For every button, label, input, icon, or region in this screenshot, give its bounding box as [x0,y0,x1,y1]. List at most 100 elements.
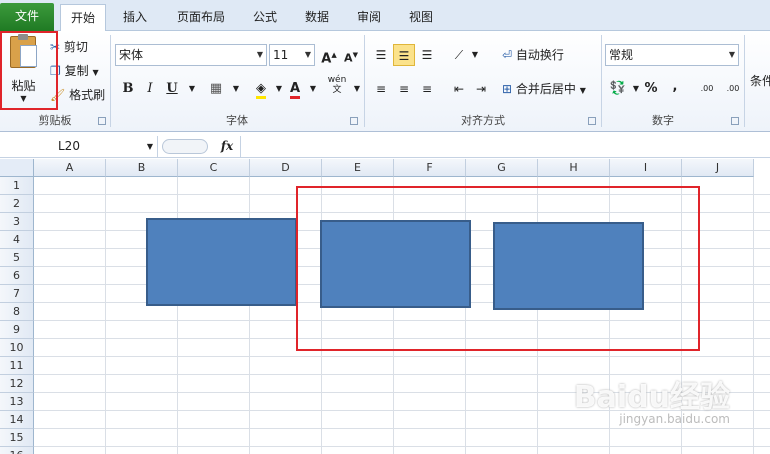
insert-function-button[interactable]: fx [216,136,238,157]
align-middle-icon[interactable]: ☰ [393,44,415,66]
italic-button[interactable]: I [139,78,161,100]
watermark-logo: Baidu经验 [573,380,730,415]
group-label-alignment: 对齐方式 [461,114,505,127]
grid-line [34,428,770,429]
row-header[interactable]: 4 [0,231,34,249]
font-launcher-icon[interactable] [350,117,358,125]
percent-button[interactable]: % [640,78,662,100]
align-bottom-icon[interactable]: ☰ [416,44,438,66]
row-header[interactable]: 5 [0,249,34,267]
row-header[interactable]: 15 [0,429,34,447]
formula-bar-resize-handle[interactable] [162,139,208,154]
format-painter-button[interactable]: 🖌 格式刷 [50,85,105,105]
column-header[interactable]: I [610,159,682,177]
chevron-down-icon[interactable]: ▼ [464,44,486,66]
row-header[interactable]: 9 [0,321,34,339]
row-header[interactable]: 1 [0,177,34,195]
paint-bucket-icon: ◈ [256,81,266,99]
number-format-combo[interactable]: 常规 ▼ [605,44,739,66]
shrink-font-button[interactable]: A▼ [340,44,362,66]
tab-insert[interactable]: 插入 [112,4,158,31]
tab-file[interactable]: 文件 [0,3,54,31]
tab-page-layout[interactable]: 页面布局 [166,4,236,31]
tab-view[interactable]: 视图 [398,4,444,31]
row-header[interactable]: 16 [0,447,34,454]
tab-review[interactable]: 审阅 [346,4,392,31]
bold-button[interactable]: B [117,78,139,100]
group-label-number: 数字 [652,114,674,127]
align-top-icon[interactable]: ☰ [370,44,392,66]
column-header[interactable]: F [394,159,466,177]
grid-line [753,177,754,454]
decrease-indent-icon[interactable]: ⇤ [448,78,470,100]
align-left-icon[interactable]: ≡ [370,78,392,100]
column-header[interactable]: D [250,159,322,177]
column-header[interactable]: B [106,159,178,177]
rectangle-shape-1[interactable] [146,218,297,306]
borders-icon[interactable]: ▦ [205,78,227,100]
formula-input[interactable] [240,136,770,157]
chevron-down-icon: ▼ [256,50,263,59]
wrap-text-label: 自动换行 [515,48,564,62]
chevron-down-icon[interactable]: ▼ [302,78,324,100]
column-header[interactable]: J [682,159,754,177]
tab-home[interactable]: 开始 [60,4,106,32]
chevron-down-icon[interactable]: ▼ [181,78,203,100]
row-header[interactable]: 14 [0,411,34,429]
format-painter-label: 格式刷 [69,88,106,102]
increase-decimal-button[interactable]: .00 [694,78,720,100]
row-header[interactable]: 13 [0,393,34,411]
font-name-combo[interactable]: 宋体 ▼ [115,44,267,66]
merge-center-button[interactable]: ⊞ 合并后居中 ▼ [502,79,586,99]
row-header[interactable]: 8 [0,303,34,321]
group-label-clipboard: 剪贴板 [38,114,72,127]
chevron-down-icon[interactable]: ▼ [225,78,247,100]
comma-button[interactable]: , [664,76,686,98]
grow-font-button[interactable]: A▲ [318,44,340,66]
tab-data[interactable]: 数据 [294,4,340,31]
cut-label: 剪切 [63,40,88,54]
merge-cells-icon: ⊞ [502,82,513,96]
chevron-down-icon: ▼ [304,50,311,59]
row-header[interactable]: 6 [0,267,34,285]
ribbon-tab-bar: 文件 开始 插入 页面布局 公式 数据 审阅 视图 [0,0,770,32]
decrease-decimal-button[interactable]: .00 [720,78,746,100]
phonetic-icon[interactable]: wén 文 [326,75,348,97]
font-size-combo[interactable]: 11 ▼ [269,44,315,66]
font-color-icon: A [289,81,301,99]
column-header[interactable]: A [34,159,106,177]
row-header[interactable]: 10 [0,339,34,357]
align-right-icon[interactable]: ≡ [416,78,438,100]
shrink-font-icon: A [344,51,353,65]
font-name-value: 宋体 [119,48,144,62]
column-header[interactable]: G [466,159,538,177]
clipboard-launcher-icon[interactable] [98,117,106,125]
select-all-corner[interactable] [0,159,34,177]
group-separator [110,35,111,127]
number-format-value: 常规 [609,48,634,62]
decrease-decimal-icon: .00 [726,84,740,93]
grow-font-icon: A [321,51,332,67]
column-header[interactable]: C [178,159,250,177]
row-header[interactable]: 2 [0,195,34,213]
conditional-format-button[interactable]: 条件 [750,71,770,91]
chevron-down-icon: ▼ [728,50,735,59]
wrap-text-icon: ⏎ [502,48,513,62]
chevron-down-icon: ▼ [146,142,153,151]
highlight-box-shapes [296,186,700,351]
column-header[interactable]: H [538,159,610,177]
increase-indent-icon[interactable]: ⇥ [470,78,492,100]
name-box[interactable]: L20 ▼ [0,136,158,157]
tab-formulas[interactable]: 公式 [242,4,288,31]
row-header[interactable]: 7 [0,285,34,303]
number-launcher-icon[interactable] [731,117,739,125]
row-header[interactable]: 3 [0,213,34,231]
row-header[interactable]: 11 [0,357,34,375]
row-header[interactable]: 12 [0,375,34,393]
wrap-text-button[interactable]: ⏎ 自动换行 [502,45,564,65]
underline-button[interactable]: U [161,78,183,100]
column-header[interactable]: E [322,159,394,177]
align-center-icon[interactable]: ≡ [393,78,415,100]
copy-label: 复制 [64,64,89,78]
alignment-launcher-icon[interactable] [588,117,596,125]
